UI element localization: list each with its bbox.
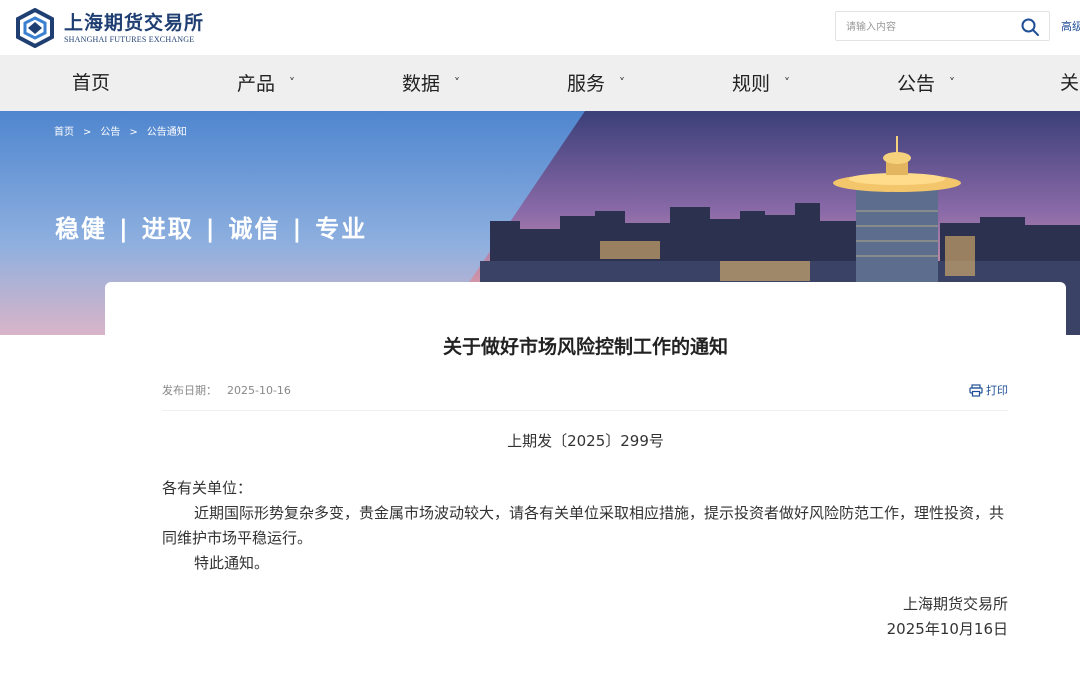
print-label: 打印 [986, 384, 1008, 397]
nav-item-about[interactable]: 关 [1060, 55, 1079, 111]
chevron-down-icon: ˅ [619, 76, 626, 90]
nav-item-label: 服务 [567, 73, 606, 95]
greeting: 各有关单位： [162, 479, 253, 497]
breadcrumb-item-notices[interactable]: 公告通知 [147, 127, 187, 138]
nav-item-label: 规则 [732, 73, 771, 95]
article-card: 关于做好市场风险控制工作的通知 发布日期： 2025-10-16 打印 上期发〔2… [105, 282, 1066, 673]
slogan-separator: | [292, 215, 304, 243]
nav-item-label: 首页 [72, 72, 111, 94]
chevron-down-icon: ˅ [784, 76, 791, 90]
publish-meta: 发布日期： 2025-10-16 [162, 382, 291, 398]
main-nav: 首页 产品 ˅ 数据 ˅ 服务 ˅ 规则 ˅ 公告 ˅ 关 [0, 55, 1080, 111]
divider [162, 410, 1008, 411]
publish-date: 2025-10-16 [227, 384, 291, 397]
breadcrumb-separator: > [83, 127, 92, 138]
slogan-word: 稳健 [55, 215, 107, 243]
breadcrumb-item-home[interactable]: 首页 [54, 127, 74, 138]
logo-chinese-name: 上海期货交易所 [64, 12, 205, 34]
chevron-down-icon: ˅ [289, 76, 296, 90]
nav-item-rules[interactable]: 规则 ˅ [732, 55, 790, 111]
chevron-down-icon: ˅ [949, 76, 956, 90]
document-number: 上期发〔2025〕299号 [507, 432, 664, 450]
logo-english-name: SHANGHAI FUTURES EXCHANGE [64, 35, 195, 44]
nav-item-announcements[interactable]: 公告 ˅ [897, 55, 955, 111]
publish-date-label: 发布日期： [162, 384, 217, 397]
article-body: 各有关单位： 近期国际形势复杂多变，贵金属市场波动较大，请各有关单位采取相应措施… [162, 476, 1010, 576]
nav-item-label: 数据 [402, 73, 441, 95]
nav-item-home[interactable]: 首页 [72, 55, 110, 111]
slogan-word: 诚信 [228, 215, 281, 243]
breadcrumb-separator: > [129, 127, 138, 138]
slogan-separator: | [205, 215, 217, 243]
nav-item-services[interactable]: 服务 ˅ [567, 55, 625, 111]
breadcrumb-item-announcements[interactable]: 公告 [100, 127, 120, 138]
signature-block: 上海期货交易所 2025年10月16日 [887, 592, 1008, 642]
site-header: 上海期货交易所 SHANGHAI FUTURES EXCHANGE 高级 [0, 0, 1080, 55]
slogan-word: 进取 [141, 215, 194, 243]
search-box [835, 11, 1050, 41]
nav-item-products[interactable]: 产品 ˅ [237, 55, 295, 111]
nav-item-label: 关 [1060, 72, 1080, 94]
article-paragraph: 近期国际形势复杂多变，贵金属市场波动较大，请各有关单位采取相应措施，提示投资者做… [162, 504, 1005, 547]
printer-icon [969, 383, 983, 397]
nav-item-label: 公告 [897, 73, 936, 95]
print-button[interactable]: 打印 [969, 382, 1008, 398]
article-paragraph: 特此通知。 [194, 554, 270, 572]
slogan-word: 专业 [315, 215, 368, 243]
banner-slogan: 稳健 | 进取 | 诚信 | 专业 [55, 209, 367, 244]
nav-item-data[interactable]: 数据 ˅ [402, 55, 460, 111]
signer-name: 上海期货交易所 [902, 595, 1008, 613]
sign-date: 2025年10月16日 [886, 620, 1008, 638]
breadcrumb: 首页 > 公告 > 公告通知 [54, 123, 187, 138]
article-title: 关于做好市场风险控制工作的通知 [442, 336, 728, 358]
search-input[interactable] [846, 18, 1011, 36]
slogan-separator: | [119, 215, 130, 243]
chevron-down-icon: ˅ [454, 76, 461, 90]
advanced-search-link[interactable]: 高级 [1061, 18, 1080, 34]
nav-item-label: 产品 [237, 73, 276, 95]
search-icon[interactable] [1020, 17, 1040, 37]
site-logo[interactable]: 上海期货交易所 SHANGHAI FUTURES EXCHANGE [14, 8, 204, 48]
logo-emblem-icon [16, 8, 54, 48]
